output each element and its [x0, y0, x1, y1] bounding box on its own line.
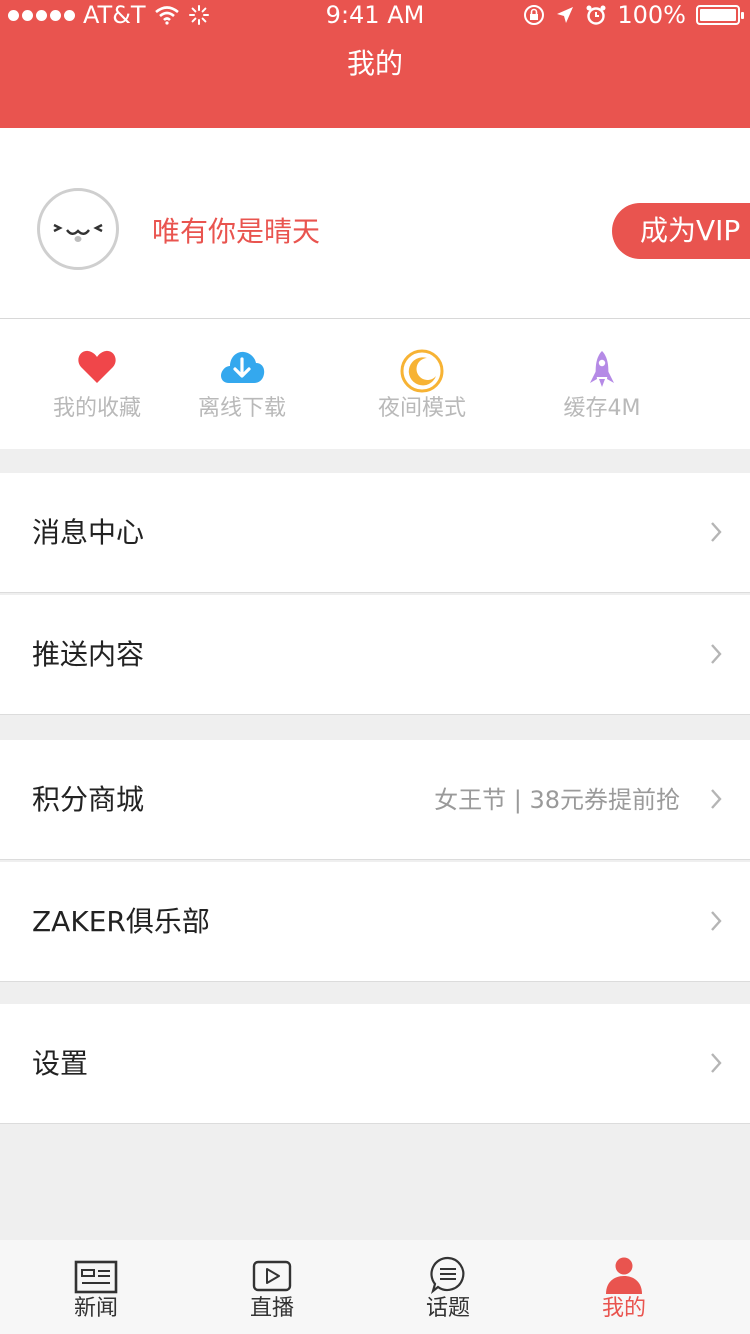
night-mode-label: 夜间模式: [377, 396, 466, 421]
offline-download-button[interactable]: 离线下载: [152, 319, 332, 449]
tab-topics[interactable]: 话题: [388, 1240, 508, 1334]
live-icon: [252, 1260, 292, 1292]
page-title: 我的: [346, 47, 403, 80]
battery-percent: 100%: [617, 1, 686, 29]
menu-item-zaker-club[interactable]: ZAKER俱乐部: [0, 862, 750, 982]
chevron-right-icon: [711, 1053, 722, 1073]
menu-item-label: 积分商城: [32, 783, 145, 816]
face-icon: [53, 223, 103, 242]
chevron-right-icon: [711, 789, 722, 809]
chevron-right-icon: [711, 644, 722, 664]
news-icon: [74, 1260, 118, 1294]
alarm-icon: [586, 5, 606, 25]
username[interactable]: 唯有你是晴天: [152, 212, 320, 252]
menu-item-label: 设置: [32, 1047, 89, 1080]
tab-live[interactable]: 直播: [212, 1240, 332, 1334]
tab-mine[interactable]: 我的: [564, 1240, 684, 1334]
header-bar: AT&T 9:41 AM 100% 我的: [0, 0, 750, 128]
profile-section: 唯有你是晴天 成为VIP: [0, 128, 750, 319]
heart-icon: [78, 350, 116, 383]
become-vip-button[interactable]: 成为VIP: [612, 203, 750, 259]
tab-label: 直播: [249, 1296, 294, 1321]
orientation-lock-icon: [524, 5, 545, 25]
points-mall-promo: 女王节 | 38元券提前抢: [434, 786, 680, 814]
topic-icon: [430, 1256, 465, 1294]
tab-news[interactable]: 新闻: [36, 1240, 156, 1334]
location-icon: [557, 7, 574, 23]
tab-label: 话题: [425, 1296, 470, 1321]
cache-button[interactable]: 缓存4M: [512, 319, 692, 449]
chevron-right-icon: [711, 911, 722, 931]
cloud-download-icon: [221, 351, 265, 383]
menu-item-push-content[interactable]: 推送内容: [0, 595, 750, 715]
menu-item-label: ZAKER俱乐部: [32, 905, 210, 938]
moon-icon: [400, 349, 444, 393]
avatar[interactable]: [37, 188, 119, 270]
night-mode-button[interactable]: 夜间模式: [332, 319, 512, 449]
menu-item-messages[interactable]: 消息中心: [0, 473, 750, 593]
cache-label: 缓存4M: [563, 396, 641, 421]
quick-actions: 我的收藏 离线下载 夜间模式 缓存4M: [0, 319, 750, 449]
tab-label: 我的: [601, 1296, 646, 1321]
tab-bar: 新闻 直播 话题 我的: [0, 1240, 750, 1334]
status-bar: AT&T 9:41 AM 100%: [0, 0, 750, 30]
menu-item-label: 消息中心: [32, 516, 145, 549]
profile-icon: [606, 1257, 642, 1294]
offline-download-label: 离线下载: [197, 396, 286, 421]
chevron-right-icon: [711, 522, 722, 542]
menu-item-points-mall[interactable]: 积分商城 女王节 | 38元券提前抢: [0, 740, 750, 860]
rocket-icon: [590, 351, 614, 387]
battery-icon: [696, 5, 744, 25]
menu-item-label: 推送内容: [32, 638, 145, 671]
tab-label: 新闻: [73, 1296, 118, 1321]
menu-item-settings[interactable]: 设置: [0, 1004, 750, 1124]
